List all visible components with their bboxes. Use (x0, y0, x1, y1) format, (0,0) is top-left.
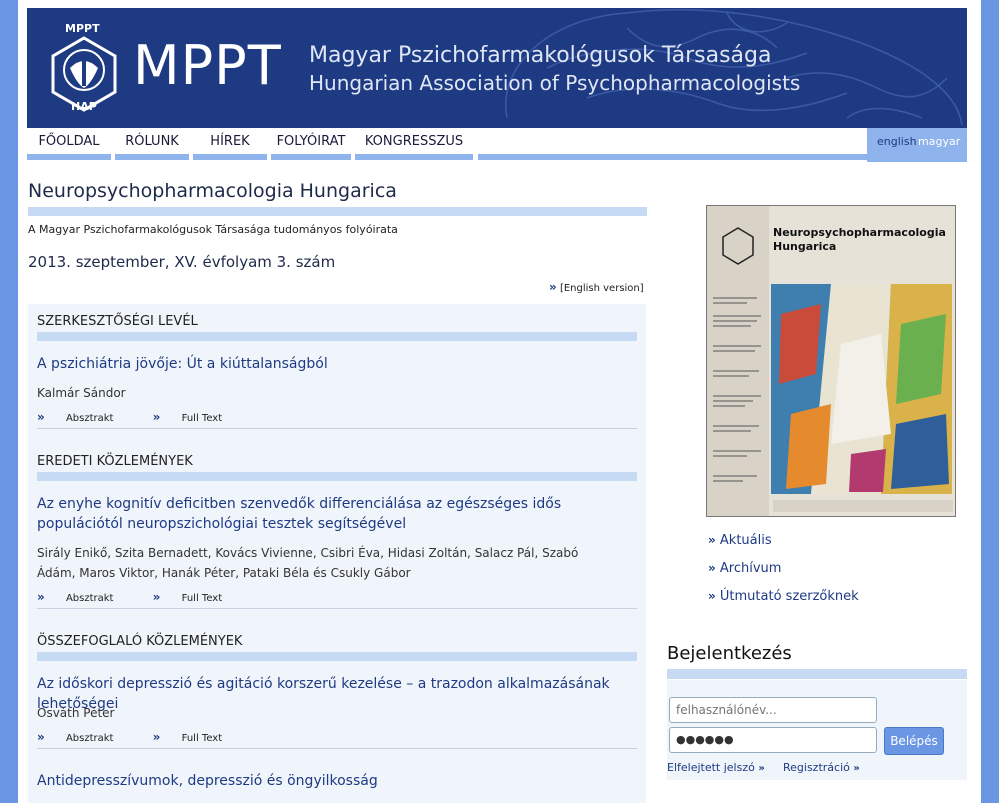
article-links: » Absztrakt » Full Text (37, 410, 258, 424)
logo-top-label: MPPT (65, 22, 100, 35)
journal-cover-image[interactable]: Neuropsychopharmacologia Hungarica (706, 205, 956, 517)
nav-item-fooldal[interactable]: FŐOLDAL (27, 128, 111, 160)
fulltext-link[interactable]: » Full Text (152, 730, 240, 744)
site-title-hungarian: Magyar Pszichofarmakológusok Társasága (309, 43, 772, 68)
nav-item-hirek[interactable]: HÍREK (193, 128, 267, 160)
section-bar (37, 332, 637, 341)
lang-english-link[interactable]: english (877, 135, 917, 148)
article-divider (37, 428, 637, 429)
sidebar-link-archivum[interactable]: » Archívum (708, 561, 781, 576)
journal-subtitle: A Magyar Pszichofarmakológusok Társasága… (28, 223, 398, 236)
sidebar-link-utmutato[interactable]: » Útmutató szerzőknek (708, 589, 859, 604)
article-authors: Osváth Péter (37, 706, 115, 720)
double-chevron-icon: » (152, 590, 161, 604)
sidebar-link-label: Útmutató szerzőknek (719, 589, 859, 604)
journal-title: Neuropsychopharmacologia Hungarica (28, 180, 397, 202)
double-chevron-icon: » (152, 730, 161, 744)
article-title-link[interactable]: Antidepresszívumok, depresszió és öngyil… (37, 771, 617, 791)
article-divider (37, 748, 637, 749)
login-bar (667, 669, 967, 679)
abstract-label: Absztrakt (65, 413, 114, 424)
header-banner: MPPT HAP MPPT Magyar Pszichofarmakológus… (27, 8, 967, 125)
nav-item-rolunk[interactable]: RÓLUNK (115, 128, 189, 160)
double-chevron-icon: » (758, 763, 765, 774)
language-switcher: english magyar (867, 128, 967, 162)
double-chevron-icon: » (37, 410, 45, 424)
abstract-link[interactable]: » Absztrakt (37, 410, 131, 424)
cover-footer-strip (773, 500, 953, 512)
register-label: Regisztráció (783, 761, 850, 774)
english-version-label: [English version] (559, 283, 644, 294)
nav-underline (478, 154, 867, 160)
section-title: SZERKESZTŐSÉGI LEVÉL (37, 314, 198, 329)
double-chevron-icon: » (708, 533, 716, 547)
fulltext-link[interactable]: » Full Text (152, 590, 240, 604)
section-title: ÖSSZEFOGLALÓ KÖZLEMÉNYEK (37, 634, 243, 649)
section-bar (37, 472, 637, 481)
logo-abbr: MPPT (133, 34, 282, 97)
section-bar (37, 652, 637, 661)
article-title-link[interactable]: Az enyhe kognitív deficitben szenvedők d… (37, 494, 617, 534)
login-button[interactable]: Belépés (884, 727, 944, 755)
abstract-label: Absztrakt (65, 593, 114, 604)
section-title: EREDETI KÖZLEMÉNYEK (37, 454, 193, 469)
site-title-english: Hungarian Association of Psychopharmacol… (309, 71, 801, 95)
article-divider (37, 608, 637, 609)
abstract-label: Absztrakt (65, 733, 114, 744)
article-links: » Absztrakt » Full Text (37, 730, 258, 744)
article-title-link[interactable]: A pszichiátria jövője: Út a kiúttalanság… (37, 354, 617, 374)
nav-item-kongresszus[interactable]: KONGRESSZUS (355, 128, 473, 160)
article-authors: Sirály Enikő, Szita Bernadett, Kovács Vi… (37, 546, 579, 580)
double-chevron-icon: » (37, 590, 45, 604)
nav-item-folyoirat[interactable]: FOLYÓIRAT (271, 128, 351, 160)
issue-heading: 2013. szeptember, XV. évfolyam 3. szám (28, 253, 336, 271)
fulltext-label: Full Text (181, 593, 223, 604)
sidebar-link-label: Archívum (719, 561, 782, 576)
abstract-link[interactable]: » Absztrakt (37, 730, 131, 744)
login-heading: Bejelentkezés (667, 643, 792, 664)
logo-bottom-label: HAP (71, 100, 97, 113)
english-version-link[interactable]: » [English version] (549, 280, 644, 294)
register-link[interactable]: Regisztráció » (783, 761, 860, 774)
cover-toc-lines (713, 227, 761, 482)
lang-magyar-link[interactable]: magyar (918, 135, 960, 148)
main-nav: FŐOLDAL RÓLUNK HÍREK FOLYÓIRAT KONGRESSZ… (27, 128, 967, 162)
sidebar-link-label: Aktuális (719, 533, 772, 548)
sidebar-link-aktualis[interactable]: » Aktuális (708, 533, 772, 548)
forgot-password-label: Elfelejtett jelszó (667, 761, 755, 774)
title-underline (28, 207, 647, 216)
forgot-password-link[interactable]: Elfelejtett jelszó » (667, 761, 765, 774)
username-input[interactable] (669, 697, 877, 723)
cover-painting (771, 284, 952, 494)
double-chevron-icon: » (708, 589, 716, 603)
double-chevron-icon: » (549, 280, 557, 294)
double-chevron-icon: » (853, 763, 860, 774)
fulltext-label: Full Text (181, 733, 223, 744)
double-chevron-icon: » (152, 410, 161, 424)
cover-toc-strip (707, 206, 769, 516)
article-authors: Kalmár Sándor (37, 386, 126, 400)
fulltext-label: Full Text (181, 413, 223, 424)
cover-title: Neuropsychopharmacologia Hungarica (773, 226, 946, 253)
password-input[interactable]: ●●●●●● (669, 727, 877, 753)
abstract-link[interactable]: » Absztrakt (37, 590, 131, 604)
double-chevron-icon: » (708, 561, 716, 575)
double-chevron-icon: » (37, 730, 45, 744)
fulltext-link[interactable]: » Full Text (152, 410, 240, 424)
article-links: » Absztrakt » Full Text (37, 590, 258, 604)
